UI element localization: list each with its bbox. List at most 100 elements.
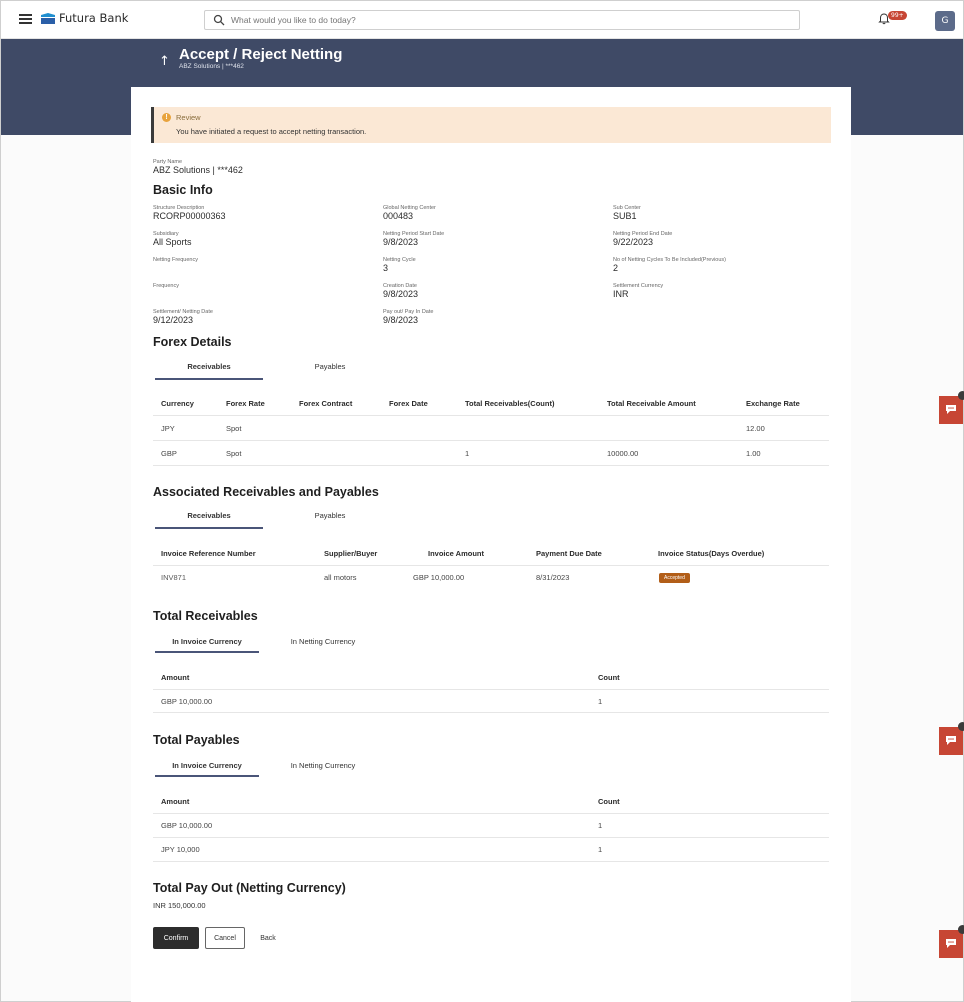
cancel-button[interactable]: Cancel [205,927,245,949]
chat-notification-dot [958,925,964,934]
field-value: 9/22/2023 [613,237,654,247]
table-header: Amount [161,797,190,806]
tab-payables-netting-currency[interactable]: In Netting Currency [271,761,375,770]
chat-bubble-icon [946,939,956,948]
field-label: No of Netting Cycles To Be Included(Prev… [613,257,727,263]
table-cell: 8/31/2023 [536,573,570,582]
table-cell: GBP [161,449,177,458]
active-tab-indicator [155,378,263,380]
table-cell: JPY 10,000 [161,845,200,854]
table-header: Exchange Rate [746,399,800,408]
info-icon: ! [162,113,171,122]
row-divider [153,689,829,690]
tab-associated-receivables[interactable]: Receivables [155,511,263,520]
page-title: Accept / Reject Netting [179,46,343,63]
table-cell: 1 [598,821,603,830]
field-value: SUB1 [613,211,637,221]
tab-payables-invoice-currency[interactable]: In Invoice Currency [155,761,259,770]
back-arrow-icon[interactable]: ↑ [159,54,170,69]
tab-receivables-invoice-currency[interactable]: In Invoice Currency [155,637,259,646]
row-divider [153,415,829,416]
row-divider [153,837,829,838]
search-bar[interactable] [204,10,800,30]
tab-forex-payables[interactable]: Payables [276,362,384,371]
top-bar: Futura Bank 99+ G [1,1,963,39]
row-divider [153,813,829,814]
hamburger-menu-icon[interactable] [19,14,32,24]
total-payout-title: Total Pay Out (Netting Currency) [153,881,346,895]
field-value: 3 [383,263,389,273]
table-header: Amount [161,673,190,682]
active-tab-indicator [155,775,259,777]
tab-forex-receivables[interactable]: Receivables [155,362,263,371]
chat-fab[interactable] [939,925,964,958]
row-divider [153,465,829,466]
table-header: Currency [161,399,194,408]
field-value: 000483 [383,211,414,221]
notification-badge: 99+ [888,11,907,20]
content-card: ! Review You have initiated a request to… [131,87,851,1002]
field-value: 9/8/2023 [383,315,419,325]
table-cell: 10000.00 [607,449,639,458]
forex-details-title: Forex Details [153,335,232,349]
table-header: Forex Rate [226,399,265,408]
table-cell: 12.00 [746,424,765,433]
table-header: Total Receivable Amount [607,399,696,408]
field-value: 2 [613,263,619,273]
chat-notification-dot [958,391,964,400]
chat-bubble-icon [946,405,956,414]
row-divider [153,565,829,566]
review-banner: ! Review You have initiated a request to… [151,107,831,143]
table-header: Count [598,673,620,682]
page-subtitle: ABZ Solutions | ***462 [179,63,244,70]
table-header: Invoice Status(Days Overdue) [658,549,765,558]
brand-name[interactable]: Futura Bank [59,11,128,25]
total-payout-value: INR 150,000.00 [153,901,206,910]
row-divider [153,861,829,862]
total-receivables-title: Total Receivables [153,609,258,623]
chat-fab[interactable] [939,391,964,424]
table-cell: GBP 10,000.00 [413,573,465,582]
table-cell: 1 [598,845,603,854]
back-button[interactable]: Back [251,927,285,949]
invoice-link[interactable]: INV871 [161,573,186,582]
chat-fab[interactable] [939,722,964,755]
table-header: Forex Date [389,399,428,408]
field-value: 9/8/2023 [383,237,419,247]
search-input[interactable] [231,13,791,27]
party-name-value: ABZ Solutions | ***462 [153,165,243,175]
tab-associated-payables[interactable]: Payables [276,511,384,520]
row-divider [153,440,829,441]
field-value: INR [613,289,629,299]
table-header: Payment Due Date [536,549,602,558]
table-cell: GBP 10,000.00 [161,697,213,706]
review-message: You have initiated a request to accept n… [176,127,367,136]
table-header: Count [598,797,620,806]
table-cell: JPY [161,424,175,433]
field-value: All Sports [153,237,192,247]
table-cell: Spot [226,449,242,458]
total-payables-title: Total Payables [153,733,240,747]
active-tab-indicator [155,651,259,653]
table-header: Invoice Reference Number [161,549,256,558]
table-cell: 1.00 [746,449,761,458]
confirm-button[interactable]: Confirm [153,927,199,949]
field-label: Frequency [153,283,179,289]
chat-notification-dot [958,722,964,731]
chat-bubble-icon [946,736,956,745]
tab-receivables-netting-currency[interactable]: In Netting Currency [271,637,375,646]
status-badge: Accepted [659,573,690,583]
table-cell: all motors [324,573,357,582]
associated-title: Associated Receivables and Payables [153,485,379,499]
table-header: Forex Contract [299,399,353,408]
table-cell: GBP 10,000.00 [161,821,213,830]
user-avatar[interactable]: G [935,11,955,31]
field-value: 9/8/2023 [383,289,419,299]
bank-logo-icon [41,13,55,24]
table-cell: 1 [598,697,603,706]
basic-info-title: Basic Info [153,183,213,197]
review-heading: Review [176,113,201,122]
table-cell: Spot [226,424,242,433]
search-icon [213,14,225,26]
field-value: RCORP00000363 [153,211,226,221]
